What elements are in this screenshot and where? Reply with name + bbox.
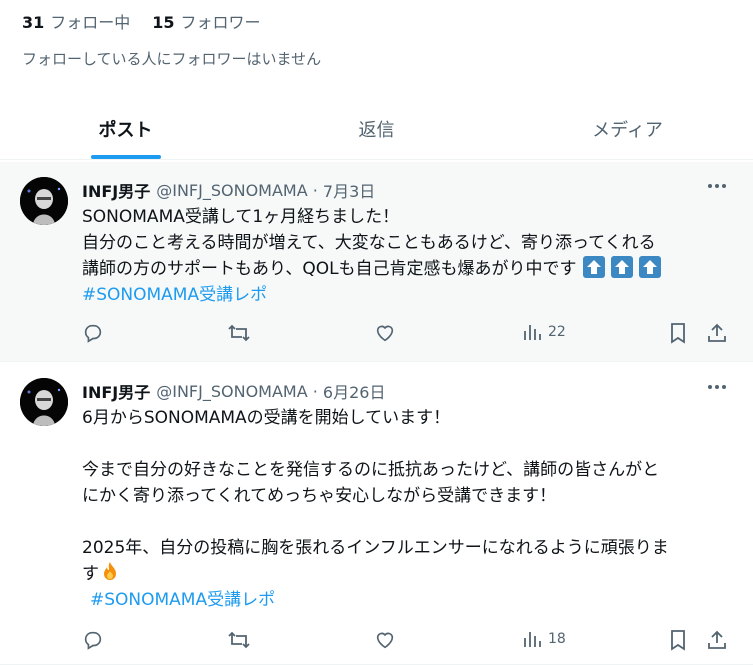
following-count: 31 (22, 13, 45, 32)
bookmark-icon (671, 630, 685, 651)
active-tab-indicator (90, 155, 161, 159)
views-button[interactable]: 18 (522, 629, 566, 649)
avatar[interactable] (20, 177, 68, 225)
followers-link[interactable]: 15 フォロワー (152, 9, 260, 33)
share-icon (708, 630, 726, 649)
post-text-content: 6月からSONOMAMAの受講を開始しています！ 今まで自分の好きなことを発信す… (82, 408, 669, 584)
reply-button[interactable] (82, 322, 104, 344)
tab-posts-label: ポスト (98, 119, 153, 141)
reply-button[interactable] (82, 629, 104, 651)
post-text: SONOMAMA受講して1ヶ月経ちました！ 自分のこと考える時間が増えて、大変な… (82, 204, 732, 308)
following-link[interactable]: 31 フォロー中 (22, 9, 130, 33)
post-text-content: SONOMAMA受講して1ヶ月経ちました！ 自分のこと考える時間が増えて、大変な… (82, 207, 656, 279)
tab-media-label: メディア (592, 119, 663, 141)
like-button[interactable] (374, 629, 396, 651)
tab-replies[interactable]: 返信 (251, 98, 502, 159)
reply-icon (84, 324, 102, 343)
share-icon (708, 323, 726, 342)
views-button[interactable]: 22 (522, 322, 566, 342)
hashtag-link[interactable]: #SONOMAMA受講レポ (82, 587, 732, 613)
post-item[interactable]: INFJ男子 @INFJ_SONOMAMA · 6月26日 6月からSONOMA… (0, 363, 753, 665)
hashtag-link[interactable]: #SONOMAMA受講レポ (82, 282, 732, 308)
post-actions: 18 (80, 629, 730, 653)
bookmark-button[interactable] (668, 629, 688, 651)
analytics-icon (524, 325, 541, 340)
views-count: 18 (548, 631, 566, 647)
followers-label: フォロワー (180, 13, 261, 32)
followers-count: 15 (152, 13, 175, 32)
author-name[interactable]: INFJ男子 (82, 379, 150, 403)
fire-icon (99, 561, 121, 583)
dot-separator: · (307, 180, 323, 200)
more-options-icon[interactable] (705, 176, 729, 196)
repost-button[interactable] (227, 322, 251, 344)
tab-replies-label: 返信 (358, 119, 395, 141)
repost-icon (228, 324, 250, 342)
share-button[interactable] (706, 322, 728, 344)
views-count: 22 (548, 324, 566, 340)
reply-icon (84, 631, 102, 650)
repost-button[interactable] (227, 629, 251, 651)
post-date[interactable]: 6月26日 (323, 379, 386, 403)
tab-posts[interactable]: ポスト (0, 98, 251, 159)
up-arrow-icon (610, 256, 633, 278)
dot-separator: · (307, 381, 323, 401)
post-header: INFJ男子 @INFJ_SONOMAMA · 6月26日 (82, 379, 385, 403)
like-button[interactable] (374, 322, 396, 344)
more-options-icon[interactable] (705, 377, 729, 397)
author-name[interactable]: INFJ男子 (82, 178, 150, 202)
post-item[interactable]: INFJ男子 @INFJ_SONOMAMA · 7月3日 SONOMAMA受講し… (0, 162, 753, 362)
avatar[interactable] (20, 378, 68, 426)
post-actions: 22 (80, 322, 730, 346)
follow-stats: 31 フォロー中 15 フォロワー (22, 8, 261, 34)
share-button[interactable] (706, 629, 728, 651)
analytics-icon (524, 632, 541, 647)
tab-media[interactable]: メディア (502, 98, 753, 159)
post-text: 6月からSONOMAMAの受講を開始しています！ 今まで自分の好きなことを発信す… (82, 405, 732, 613)
repost-icon (228, 631, 250, 649)
heart-icon (376, 325, 394, 342)
up-arrow-icon (638, 256, 661, 278)
bookmark-icon (671, 323, 685, 344)
author-handle[interactable]: @INFJ_SONOMAMA (156, 382, 307, 401)
profile-tabs: ポスト 返信 メディア (0, 98, 753, 160)
post-date[interactable]: 7月3日 (323, 178, 375, 202)
author-handle[interactable]: @INFJ_SONOMAMA (156, 181, 307, 200)
up-arrow-icon (582, 256, 605, 278)
heart-icon (376, 632, 394, 649)
bookmark-button[interactable] (668, 322, 688, 344)
followers-you-know-note: フォローしている人にフォロワーはいません (22, 50, 322, 68)
post-header: INFJ男子 @INFJ_SONOMAMA · 7月3日 (82, 178, 375, 202)
following-label: フォロー中 (50, 13, 131, 32)
